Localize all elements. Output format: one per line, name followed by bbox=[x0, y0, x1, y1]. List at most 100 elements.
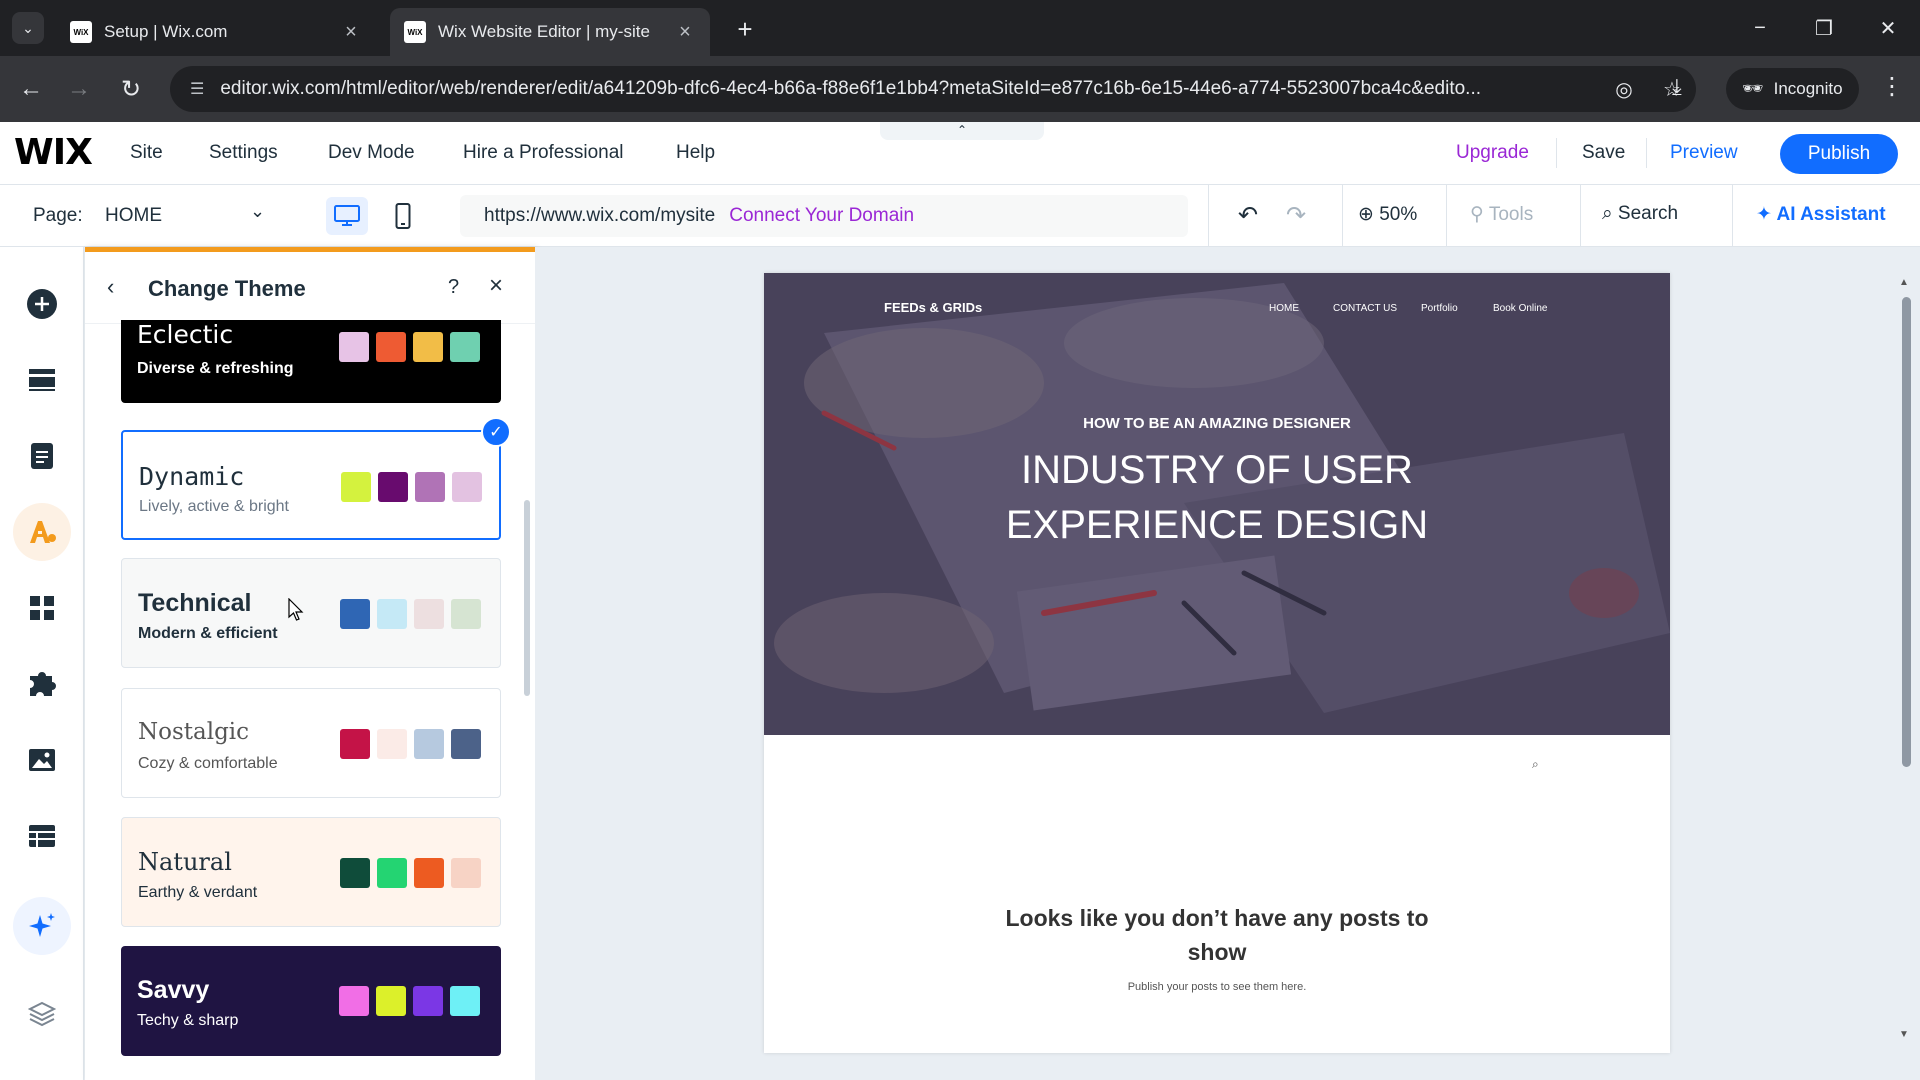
address-url[interactable]: editor.wix.com/html/editor/web/renderer/… bbox=[220, 78, 1600, 100]
color-swatch bbox=[376, 332, 406, 362]
close-icon[interactable]: × bbox=[340, 21, 362, 44]
theme-card-technical[interactable]: Technical Modern & efficient bbox=[121, 558, 501, 668]
upgrade-link[interactable]: Upgrade bbox=[1456, 142, 1529, 164]
desktop-view-button[interactable] bbox=[326, 197, 368, 235]
editor-page-bar: Page: HOME ⌄ https://www.wix.com/mysite … bbox=[0, 185, 1920, 247]
restore-icon[interactable]: ❐ bbox=[1804, 10, 1844, 46]
search-button[interactable]: ⌕ Search bbox=[1602, 203, 1678, 225]
tab-title: Setup | Wix.com bbox=[104, 22, 228, 41]
color-swatch bbox=[414, 858, 444, 888]
window-close-icon[interactable]: ✕ bbox=[1868, 10, 1908, 46]
color-swatch bbox=[451, 858, 481, 888]
page-select[interactable]: HOME bbox=[105, 205, 162, 227]
download-icon[interactable]: ⤓ bbox=[1672, 74, 1682, 100]
scroll-down-icon[interactable]: ▼ bbox=[1899, 1029, 1909, 1040]
browser-tab-editor[interactable]: WiX Wix Website Editor | my-site × bbox=[390, 8, 710, 56]
theme-swatches bbox=[341, 472, 482, 502]
theme-swatches bbox=[339, 332, 480, 362]
wix-logo[interactable]: WIX bbox=[14, 132, 93, 173]
hero-strip[interactable]: FEEDs & GRIDs HOME CONTACT US Portfolio … bbox=[764, 273, 1670, 735]
media-icon[interactable] bbox=[21, 739, 63, 781]
back-chevron-icon[interactable]: ‹ bbox=[107, 274, 114, 300]
zoom-control[interactable]: ⊕ 50% bbox=[1358, 203, 1417, 226]
color-swatch bbox=[451, 729, 481, 759]
site-info-icon[interactable]: ☰ bbox=[190, 79, 204, 99]
site-logo[interactable]: FEEDs & GRIDs bbox=[884, 300, 982, 315]
ai-tools-icon[interactable] bbox=[13, 897, 71, 955]
sections-glyph-icon bbox=[29, 369, 55, 391]
menu-hire-professional[interactable]: Hire a Professional bbox=[463, 142, 624, 164]
theme-swatches bbox=[340, 599, 481, 629]
mobile-view-button[interactable] bbox=[382, 197, 424, 235]
preview-button[interactable]: Preview bbox=[1670, 142, 1738, 164]
layers-icon[interactable] bbox=[21, 993, 63, 1035]
empty-state-line: Looks like you don’t have any posts to bbox=[1005, 905, 1429, 931]
menu-help[interactable]: Help bbox=[676, 142, 715, 164]
color-swatch bbox=[415, 472, 445, 502]
theme-card-natural[interactable]: Natural Earthy & verdant bbox=[121, 817, 501, 927]
minimize-icon[interactable]: − bbox=[1740, 10, 1780, 46]
eye-off-icon[interactable]: ◎ bbox=[1600, 77, 1648, 102]
mobile-icon bbox=[395, 203, 411, 229]
theme-desc: Cozy & comfortable bbox=[138, 755, 278, 772]
undo-icon[interactable]: ↶ bbox=[1238, 201, 1258, 230]
collapse-toolbar-toggle[interactable]: ⌃ bbox=[880, 122, 1044, 140]
back-icon[interactable]: ← bbox=[14, 72, 48, 106]
publish-button[interactable]: Publish bbox=[1780, 134, 1898, 174]
scroll-up-icon[interactable]: ▲ bbox=[1899, 277, 1909, 288]
color-swatch bbox=[414, 599, 444, 629]
new-tab-button[interactable]: + bbox=[730, 14, 760, 44]
menu-dev-mode[interactable]: Dev Mode bbox=[328, 142, 415, 164]
wix-favicon: WiX bbox=[404, 21, 426, 43]
site-nav-home[interactable]: HOME bbox=[1269, 303, 1299, 314]
canvas-scrollbar[interactable] bbox=[1902, 297, 1911, 767]
empty-state-title: Looks like you don’t have any posts to s… bbox=[764, 901, 1670, 969]
theme-swatches bbox=[340, 858, 481, 888]
reload-icon[interactable]: ↻ bbox=[114, 72, 148, 106]
connect-domain-link[interactable]: Connect Your Domain bbox=[729, 205, 914, 227]
color-swatch bbox=[414, 729, 444, 759]
theme-card-dynamic[interactable]: Dynamic Lively, active & bright bbox=[121, 430, 501, 540]
pages-icon[interactable] bbox=[21, 435, 63, 477]
help-icon[interactable]: ? bbox=[448, 276, 459, 299]
site-url: https://www.wix.com/mysite bbox=[484, 205, 716, 226]
theme-design-icon[interactable] bbox=[13, 503, 71, 561]
color-swatch bbox=[339, 332, 369, 362]
save-button[interactable]: Save bbox=[1582, 142, 1625, 164]
forward-icon[interactable]: → bbox=[62, 72, 96, 106]
search-icon[interactable]: ⌕ bbox=[1532, 757, 1539, 772]
cms-table-icon[interactable] bbox=[21, 815, 63, 857]
site-page-preview[interactable]: FEEDs & GRIDs HOME CONTACT US Portfolio … bbox=[764, 273, 1670, 1053]
tools-button[interactable]: ⚲ Tools bbox=[1470, 203, 1533, 226]
panel-scrollbar[interactable] bbox=[524, 500, 530, 696]
theme-card-eclectic[interactable]: Eclectic Diverse & refreshing bbox=[121, 320, 501, 403]
incognito-badge[interactable]: 🕶 Incognito bbox=[1726, 68, 1859, 110]
business-apps-icon[interactable] bbox=[21, 663, 63, 705]
menu-settings[interactable]: Settings bbox=[209, 142, 278, 164]
site-nav-book-online[interactable]: Book Online bbox=[1493, 303, 1547, 314]
sections-icon[interactable] bbox=[21, 359, 63, 401]
redo-icon[interactable]: ↷ bbox=[1286, 201, 1306, 230]
color-swatch bbox=[413, 332, 443, 362]
divider bbox=[1208, 185, 1209, 247]
close-icon[interactable]: × bbox=[674, 21, 696, 44]
add-elements-icon[interactable] bbox=[21, 283, 63, 325]
theme-card-nostalgic[interactable]: Nostalgic Cozy & comfortable bbox=[121, 688, 501, 798]
browser-tab-setup[interactable]: WiX Setup | Wix.com × bbox=[56, 8, 376, 56]
ai-assistant-button[interactable]: ✦ AI Assistant bbox=[1756, 203, 1886, 226]
close-icon[interactable]: × bbox=[489, 272, 503, 300]
puzzle-icon bbox=[30, 672, 56, 696]
browser-menu-icon[interactable]: ⋮ bbox=[1880, 72, 1904, 101]
apps-grid-icon[interactable] bbox=[21, 587, 63, 629]
color-swatch bbox=[340, 858, 370, 888]
tab-search-dropdown[interactable]: ⌄ bbox=[12, 12, 44, 44]
menu-site[interactable]: Site bbox=[130, 142, 163, 164]
site-nav-portfolio[interactable]: Portfolio bbox=[1421, 303, 1458, 314]
address-bar[interactable]: ☰ editor.wix.com/html/editor/web/rendere… bbox=[170, 66, 1696, 112]
chevron-down-icon[interactable]: ⌄ bbox=[250, 201, 265, 222]
panel-header: ‹ Change Theme ? × bbox=[85, 252, 535, 324]
image-icon bbox=[29, 749, 55, 771]
site-nav-contact[interactable]: CONTACT US bbox=[1333, 303, 1397, 314]
divider bbox=[1646, 138, 1647, 168]
theme-card-savvy[interactable]: Savvy Techy & sharp bbox=[121, 946, 501, 1056]
